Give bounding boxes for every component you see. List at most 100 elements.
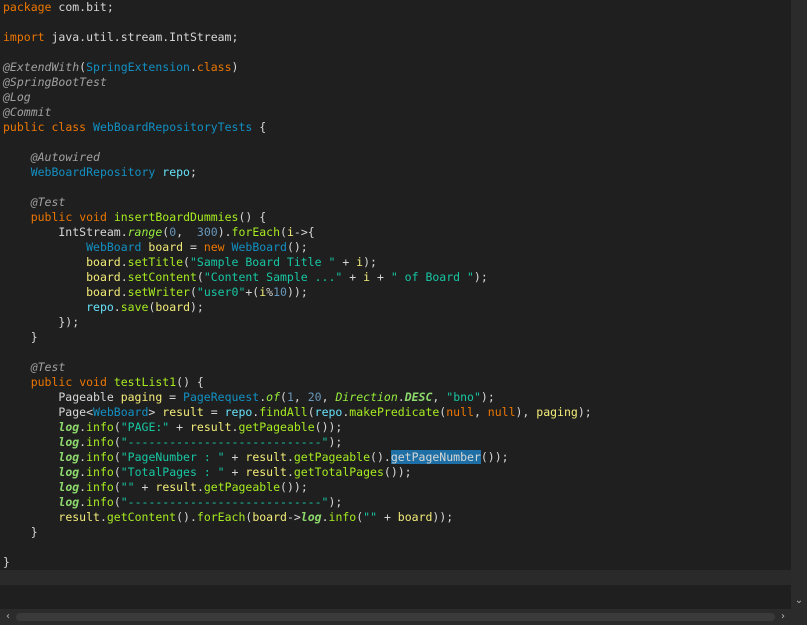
- code-editor[interactable]: package com.bit;​import java.util.stream…: [0, 0, 791, 609]
- code-token: 20: [307, 390, 322, 404]
- code-token: @Test: [30, 360, 66, 374]
- code-line[interactable]: log.info("" + result.getPageable());: [3, 480, 791, 495]
- code-line[interactable]: @Test: [3, 360, 791, 375]
- code-token: testList1: [113, 375, 177, 389]
- code-line[interactable]: ​: [3, 540, 791, 555]
- code-token: log: [58, 435, 80, 449]
- scrollbar-corner: [791, 609, 807, 625]
- code-line[interactable]: ​: [3, 180, 791, 195]
- code-line[interactable]: @SpringBootTest: [3, 75, 791, 90]
- code-line[interactable]: }: [3, 555, 791, 570]
- code-token: ,: [293, 390, 308, 404]
- scroll-right-arrow-icon[interactable]: ›: [775, 609, 791, 625]
- horizontal-scroll-thumb[interactable]: [16, 613, 775, 621]
- code-line[interactable]: }: [3, 330, 791, 345]
- code-token: import: [3, 30, 45, 44]
- code-line[interactable]: WebBoardRepository repo;: [3, 165, 791, 180]
- code-line[interactable]: @Commit: [3, 105, 791, 120]
- code-token: "": [120, 480, 135, 494]
- code-line[interactable]: @Log: [3, 90, 791, 105]
- code-line[interactable]: import java.util.stream.IntStream;: [3, 30, 791, 45]
- code-line[interactable]: log.info("----------------------------")…: [3, 435, 791, 450]
- scroll-left-arrow-icon[interactable]: ‹: [0, 609, 16, 625]
- code-token: ,: [432, 390, 447, 404]
- code-line[interactable]: log.info("PageNumber : " + result.getPag…: [3, 450, 791, 465]
- code-token: (: [113, 465, 121, 479]
- code-line[interactable]: });: [3, 315, 791, 330]
- code-line[interactable]: board.setTitle("Sample Board Title " + i…: [3, 255, 791, 270]
- code-line[interactable]: public class WebBoardRepositoryTests {: [3, 120, 791, 135]
- vertical-scrollbar[interactable]: ⌄: [791, 0, 807, 609]
- code-token: result: [162, 405, 204, 419]
- code-token: "PageNumber : ": [120, 450, 225, 464]
- code-token: ));: [286, 285, 308, 299]
- code-token: (: [280, 225, 287, 239]
- code-token: log: [58, 495, 80, 509]
- code-token: "Sample Board Title ": [189, 255, 336, 269]
- code-line[interactable]: Pageable paging = PageRequest.of(1, 20, …: [3, 390, 791, 405]
- code-token: .: [120, 270, 128, 284]
- code-token: Pageable: [3, 390, 121, 404]
- code-line[interactable]: ​: [3, 135, 791, 150]
- code-line[interactable]: board.setWriter("user0"+(i%10));: [3, 285, 791, 300]
- code-token: insertBoardDummies: [113, 210, 239, 224]
- code-token: (: [280, 390, 287, 404]
- code-token: SpringExtension: [86, 60, 190, 74]
- code-token: repo: [314, 405, 343, 419]
- code-line[interactable]: result.getContent().forEach(board->log.i…: [3, 510, 791, 525]
- code-text-area[interactable]: package com.bit;​import java.util.stream…: [0, 0, 791, 585]
- code-token: i: [363, 270, 371, 284]
- code-line[interactable]: public void testList1() {: [3, 375, 791, 390]
- code-token: board: [397, 510, 433, 524]
- code-token: info: [86, 450, 114, 464]
- code-token: void: [79, 210, 107, 224]
- code-token: log: [58, 465, 80, 479]
- code-token: );: [480, 390, 495, 404]
- code-line[interactable]: ​: [3, 345, 791, 360]
- code-token: 1: [286, 390, 294, 404]
- code-line[interactable]: IntStream.range(0, 300).forEach(i->{: [3, 225, 791, 240]
- code-line[interactable]: WebBoard board = new WebBoard();: [3, 240, 791, 255]
- code-line[interactable]: ​: [3, 15, 791, 30]
- code-line[interactable]: @Autowired: [3, 150, 791, 165]
- code-line[interactable]: @Test: [3, 195, 791, 210]
- code-line[interactable]: ​: [3, 45, 791, 60]
- code-token: {: [252, 120, 267, 134]
- code-token: result: [190, 420, 232, 434]
- code-token: board: [86, 255, 121, 269]
- code-token: board: [86, 270, 121, 284]
- code-token: PageRequest: [183, 390, 260, 404]
- code-token: info: [86, 495, 114, 509]
- code-line[interactable]: package com.bit;: [3, 0, 791, 15]
- code-token: =: [203, 405, 225, 419]
- code-token: ,: [321, 390, 336, 404]
- code-token: setWriter: [127, 285, 190, 299]
- code-line[interactable]: @ExtendWith(SpringExtension.class): [3, 60, 791, 75]
- code-token: =: [162, 390, 184, 404]
- code-line[interactable]: log.info("PAGE:" + result.getPageable())…: [3, 420, 791, 435]
- code-line[interactable]: log.info("----------------------------")…: [3, 495, 791, 510]
- code-token: @Test: [30, 195, 66, 209]
- code-line[interactable]: }: [3, 525, 791, 540]
- code-line[interactable]: log.info("TotalPages : " + result.getTot…: [3, 465, 791, 480]
- code-token: "Content Sample ...": [203, 270, 343, 284]
- code-line[interactable]: public void insertBoardDummies() {: [3, 210, 791, 225]
- code-token: @Autowired: [30, 150, 100, 164]
- code-line[interactable]: Page<WebBoard> result = repo.findAll(rep…: [3, 405, 791, 420]
- horizontal-scrollbar[interactable]: ‹ ›: [0, 609, 791, 625]
- code-token: log: [58, 480, 80, 494]
- code-line[interactable]: board.setContent("Content Sample ..." + …: [3, 270, 791, 285]
- code-line[interactable]: ​: [0, 570, 791, 585]
- scroll-down-arrow-icon[interactable]: ⌄: [791, 593, 807, 609]
- code-line[interactable]: repo.save(board);: [3, 300, 791, 315]
